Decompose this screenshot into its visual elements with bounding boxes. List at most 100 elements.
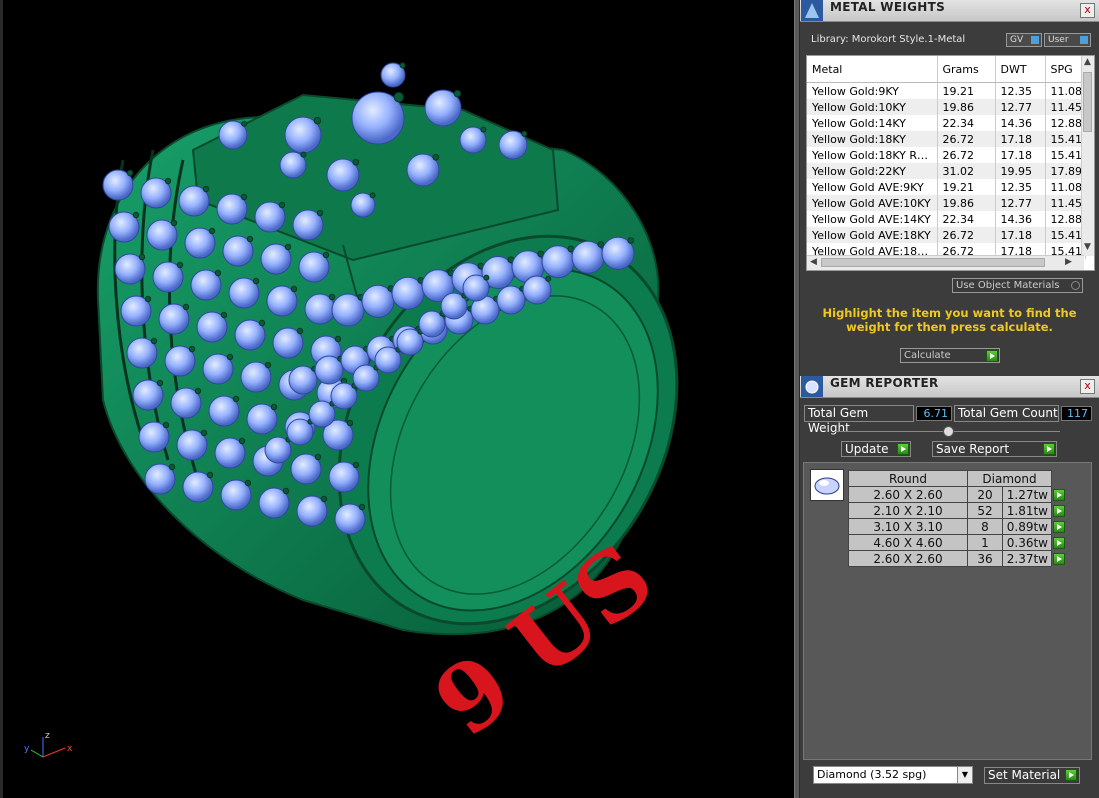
prong — [545, 275, 552, 282]
metal-row[interactable]: Yellow Gold:18KY 26.72 17.18 15.41 — [807, 131, 1086, 147]
metal-cell: 12.88 — [1045, 115, 1086, 131]
gem-select-button[interactable] — [1053, 552, 1065, 565]
metal-cell: 22.34 — [937, 211, 996, 227]
ring-render: 9 US z x y — [24, 62, 679, 758]
gem-slider-handle[interactable] — [943, 426, 954, 437]
metal-cell: 14.36 — [995, 115, 1046, 131]
metal-col-header[interactable]: Grams — [937, 56, 996, 83]
prong — [328, 293, 336, 301]
metal-cell: 11.45 — [1045, 99, 1086, 115]
gem-row: 4.60 X 4.60 1 0.36tw — [848, 534, 1068, 551]
metal-cell: 17.89 — [1045, 163, 1086, 179]
metal-cell: Yellow Gold AVE:10KY — [807, 195, 938, 211]
prong — [296, 327, 304, 335]
save-report-button[interactable]: Save Report — [932, 441, 1057, 457]
metal-weights-titlebar: METAL WEIGHTS x — [800, 0, 1099, 22]
prong — [282, 487, 290, 495]
use-object-materials-checkbox[interactable]: Use Object Materials — [952, 278, 1083, 293]
metal-row[interactable]: Yellow Gold AVE:10KY 19.86 12.77 11.45 — [807, 195, 1086, 211]
metal-weights-pane: Library: Morokort Style.1-Metal GV User … — [800, 22, 1099, 374]
metal-col-header[interactable]: SPG — [1045, 56, 1086, 83]
prong — [597, 241, 605, 248]
total-gem-weight: Total Gem Weight 6.71 — [804, 405, 954, 435]
prong — [369, 192, 376, 199]
metal-row[interactable]: Yellow Gold:9KY 19.21 12.35 11.08 — [807, 82, 1086, 99]
prong — [246, 235, 254, 243]
metal-weights-close-button[interactable]: x — [1080, 3, 1095, 18]
prong — [194, 387, 202, 395]
metal-col-header[interactable]: Metal — [807, 56, 938, 83]
metal-cell: 19.86 — [937, 99, 996, 115]
metal-col-header[interactable]: DWT — [995, 56, 1046, 83]
3d-viewport[interactable]: 9 US z x y — [0, 0, 794, 798]
metal-row[interactable]: Yellow Gold AVE:18KY 26.72 17.18 15.41 — [807, 227, 1086, 243]
gem-row: 2.60 X 2.60 20 1.27tw — [848, 486, 1068, 503]
gem-size-cell: 3.10 X 3.10 — [848, 518, 968, 535]
material-select[interactable]: Diamond (3.52 spg) ▼ — [813, 766, 973, 784]
gem-size-cell: 2.60 X 2.60 — [848, 486, 968, 503]
metal-cell: 26.72 — [937, 131, 996, 147]
svg-text:x: x — [67, 744, 73, 754]
prong — [393, 92, 404, 103]
user-toggle[interactable]: User — [1044, 33, 1091, 47]
prong — [264, 361, 272, 369]
prong — [138, 253, 146, 261]
gem-select-button[interactable] — [1053, 536, 1065, 549]
prong — [240, 193, 248, 201]
metal-row[interactable]: Yellow Gold:18KY R… 26.72 17.18 15.41 — [807, 147, 1086, 163]
gem-select-button[interactable] — [1053, 504, 1065, 517]
prong — [176, 261, 184, 269]
calculate-button[interactable]: Calculate — [900, 348, 1000, 363]
prong — [352, 158, 360, 166]
gem-shape-header: Round — [848, 470, 968, 487]
metal-cell: 26.72 — [937, 227, 996, 243]
metal-table-vscroll[interactable]: ▲ ▼ — [1081, 56, 1094, 256]
gem-table: Round Diamond 2.60 X 2.60 20 1.27tw 2.10 X … — [848, 470, 1068, 567]
gem-select-button[interactable] — [1053, 520, 1065, 533]
gem-stone-header: Diamond — [967, 470, 1052, 487]
metal-cell: 26.72 — [937, 147, 996, 163]
gem-reporter-close-button[interactable]: x — [1080, 379, 1095, 394]
prong — [200, 429, 208, 437]
gem-count-cell: 1 — [967, 534, 1003, 551]
prong — [232, 395, 240, 403]
metal-row[interactable]: Yellow Gold:10KY 19.86 12.77 11.45 — [807, 99, 1086, 115]
metal-cell: Yellow Gold:10KY — [807, 99, 938, 115]
metal-table-hscroll[interactable]: ◀ ▶ — [807, 255, 1084, 270]
metal-row[interactable]: Yellow Gold AVE:9KY 19.21 12.35 11.08 — [807, 179, 1086, 195]
update-button[interactable]: Update — [841, 441, 911, 457]
metal-table: Metal Grams DWT SPG Yellow Gold:9KY 19.21 12.… — [806, 55, 1095, 271]
prong — [168, 463, 176, 471]
axis-triad-icon: z x y — [24, 731, 73, 758]
chevron-down-icon[interactable]: ▼ — [957, 767, 972, 783]
metal-cell: 19.95 — [995, 163, 1046, 179]
metal-cell: 11.08 — [1045, 82, 1086, 99]
gem-select-button[interactable] — [1053, 488, 1065, 501]
prong — [241, 120, 248, 127]
set-material-button[interactable]: Set Material — [984, 767, 1080, 784]
gem-size-cell: 2.60 X 2.60 — [848, 550, 968, 567]
svg-text:y: y — [24, 744, 30, 754]
gem-weight-cell: 1.81tw — [1002, 502, 1052, 519]
gem-count-cell: 20 — [967, 486, 1003, 503]
gem-row: 2.10 X 2.10 52 1.81tw — [848, 502, 1068, 519]
metal-row[interactable]: Yellow Gold AVE:14KY 22.34 14.36 12.88 — [807, 211, 1086, 227]
prong — [220, 311, 228, 319]
metal-cell: 19.21 — [937, 179, 996, 195]
gv-toggle[interactable]: GV — [1006, 33, 1042, 47]
metal-cell: 17.18 — [995, 131, 1046, 147]
prong — [322, 251, 330, 259]
prong — [150, 337, 158, 345]
gem-reporter-icon — [801, 376, 823, 397]
prong — [244, 479, 252, 487]
prong — [202, 185, 210, 193]
prong — [358, 503, 366, 511]
metal-weights-icon — [801, 0, 823, 21]
prong — [320, 495, 328, 503]
gem-count-cell: 36 — [967, 550, 1003, 567]
metal-row[interactable]: Yellow Gold:14KY 22.34 14.36 12.88 — [807, 115, 1086, 131]
gem-weight-cell: 2.37tw — [1002, 550, 1052, 567]
metal-row[interactable]: Yellow Gold:22KY 31.02 19.95 17.89 — [807, 163, 1086, 179]
prong — [313, 116, 322, 125]
total-gem-count: Total Gem Count 117 — [954, 405, 1094, 422]
